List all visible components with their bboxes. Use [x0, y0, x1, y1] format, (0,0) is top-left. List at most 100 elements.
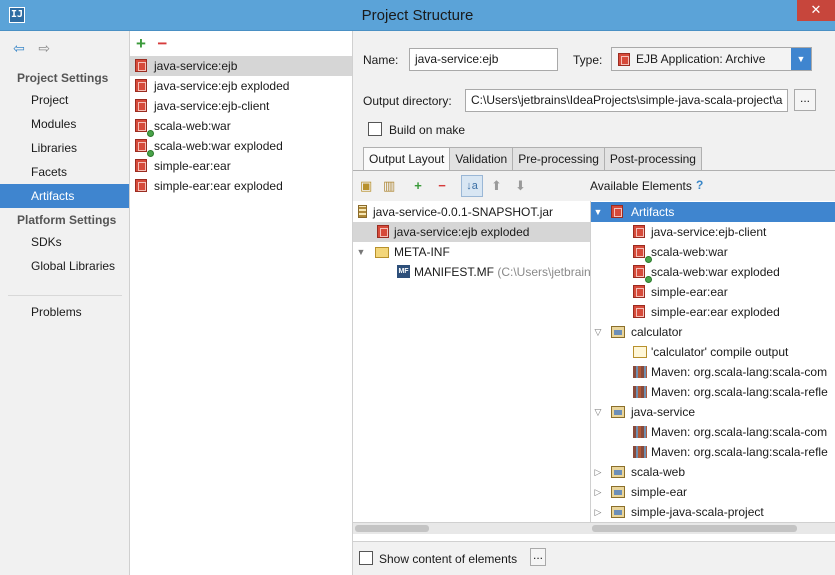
- folder-icon: [375, 247, 389, 258]
- type-select-value: EJB Application: Archive: [636, 52, 766, 66]
- expand-triangle-icon[interactable]: ▼: [356, 242, 366, 262]
- tab-post-processing[interactable]: Post-processing: [603, 147, 702, 170]
- tree-row[interactable]: ▽ java-service: [591, 402, 835, 422]
- manifest-icon: MF: [397, 265, 410, 278]
- tab-output-layout[interactable]: Output Layout: [363, 147, 451, 171]
- artifact-label: simple-ear:ear exploded: [154, 179, 283, 193]
- move-up-icon[interactable]: ⬆: [491, 178, 502, 194]
- tree-row-label: calculator: [631, 325, 683, 339]
- nav-item-facets[interactable]: Facets: [0, 160, 129, 184]
- ejb-jar-icon: [135, 79, 147, 92]
- tree-row[interactable]: simple-ear:ear: [591, 282, 835, 302]
- nav-divider: [8, 295, 122, 296]
- tree-row[interactable]: Maven: org.scala-lang:scala-com: [591, 422, 835, 442]
- scrollbar-thumb[interactable]: [355, 525, 429, 532]
- name-field[interactable]: java-service:ejb: [409, 48, 558, 71]
- output-tree-scrollbar[interactable]: [353, 522, 590, 534]
- tree-row-label: Maven: org.scala-lang:scala-com: [651, 365, 828, 379]
- browse-button[interactable]: ...: [794, 89, 816, 111]
- nav-item-artifacts[interactable]: Artifacts: [0, 184, 129, 208]
- tree-row[interactable]: Maven: org.scala-lang:scala-refle: [591, 382, 835, 402]
- tree-row[interactable]: ▽ calculator: [591, 322, 835, 342]
- more-options-button[interactable]: ...: [530, 548, 546, 566]
- add-artifact-icon[interactable]: +: [136, 35, 154, 53]
- output-layout-tree: java-service-0.0.1-SNAPSHOT.jar java-ser…: [353, 201, 590, 522]
- tree-row[interactable]: ▷ scala-web: [591, 462, 835, 482]
- available-tree-scrollbar[interactable]: [590, 522, 835, 534]
- tree-row[interactable]: simple-ear:ear exploded: [591, 302, 835, 322]
- tree-row-label: scala-web: [631, 465, 686, 479]
- tree-row[interactable]: ▼ META-INF: [353, 242, 590, 262]
- tree-row[interactable]: MF MANIFEST.MF (C:\Users\jetbrains: [353, 262, 590, 282]
- new-archive-icon[interactable]: ▥: [383, 178, 395, 194]
- artifacts-list-panel: + − java-service:ejb java-service:ejb ex…: [130, 31, 353, 575]
- nav-item-sdks[interactable]: SDKs: [0, 230, 129, 254]
- war-icon: [135, 119, 154, 137]
- tree-row[interactable]: ▷ simple-java-scala-project: [591, 502, 835, 522]
- remove-artifact-icon[interactable]: −: [157, 35, 175, 53]
- nav-item-libraries[interactable]: Libraries: [0, 136, 129, 160]
- tree-row[interactable]: scala-web:war: [591, 242, 835, 263]
- tree-row[interactable]: scala-web:war exploded: [591, 262, 835, 283]
- scrollbar-thumb[interactable]: [592, 525, 797, 532]
- close-button[interactable]: ✕: [797, 0, 835, 21]
- build-on-make-checkbox[interactable]: [368, 122, 382, 136]
- add-element-icon[interactable]: +: [409, 178, 427, 194]
- artifact-label: java-service:ejb exploded: [154, 79, 290, 93]
- nav-item-project[interactable]: Project: [0, 88, 129, 112]
- nav-item-modules[interactable]: Modules: [0, 112, 129, 136]
- show-content-checkbox[interactable]: [359, 551, 373, 565]
- war-icon: [135, 139, 154, 157]
- sort-elements-icon[interactable]: ↓a: [461, 175, 483, 197]
- back-arrow-icon[interactable]: ⇦: [13, 40, 35, 56]
- tree-row[interactable]: ▷ simple-ear: [591, 482, 835, 502]
- tree-row[interactable]: java-service:ejb exploded: [353, 222, 590, 242]
- project-settings-header: Project Settings: [17, 71, 109, 85]
- expand-triangle-icon[interactable]: ▽: [593, 402, 603, 422]
- artifact-label: simple-ear:ear: [154, 159, 231, 173]
- artifact-item[interactable]: java-service:ejb exploded: [130, 76, 352, 96]
- tree-row[interactable]: ▼ Artifacts: [591, 202, 835, 222]
- tree-row-label: Artifacts: [631, 205, 675, 219]
- build-on-make-label: Build on make: [389, 123, 466, 137]
- tree-row[interactable]: 'calculator' compile output: [591, 342, 835, 362]
- expand-triangle-icon[interactable]: ▷: [593, 502, 603, 522]
- chevron-down-icon[interactable]: ▼: [791, 48, 811, 70]
- artifact-item[interactable]: simple-ear:ear: [130, 156, 352, 176]
- artifact-item[interactable]: scala-web:war exploded: [130, 136, 352, 157]
- move-down-icon[interactable]: ⬇: [515, 178, 526, 194]
- expand-triangle-icon[interactable]: ▷: [593, 482, 603, 502]
- type-select[interactable]: EJB Application: Archive ▼: [611, 47, 812, 71]
- tree-row-label: java-service:ejb-client: [651, 225, 767, 239]
- nav-item-problems[interactable]: Problems: [0, 300, 129, 324]
- artifact-item[interactable]: scala-web:war: [130, 116, 352, 137]
- library-icon: [633, 426, 647, 438]
- expand-triangle-icon[interactable]: ▷: [593, 462, 603, 482]
- tab-pre-processing[interactable]: Pre-processing: [512, 147, 605, 170]
- library-icon: [633, 446, 647, 458]
- name-label: Name:: [363, 53, 399, 67]
- jar-file-icon: [358, 205, 367, 218]
- artifact-item[interactable]: simple-ear:ear exploded: [130, 176, 352, 196]
- output-directory-field[interactable]: C:\Users\jetbrains\IdeaProjects\simple-j…: [465, 89, 788, 112]
- help-icon[interactable]: ?: [696, 178, 703, 192]
- artifacts-toolbar: + −: [136, 35, 175, 53]
- remove-element-icon[interactable]: −: [433, 178, 451, 194]
- tree-row[interactable]: java-service:ejb-client: [591, 222, 835, 242]
- expand-triangle-icon[interactable]: ▽: [593, 322, 603, 342]
- bottom-options-bar: Show content of elements ...: [353, 541, 835, 575]
- tab-validation[interactable]: Validation: [449, 147, 514, 170]
- forward-arrow-icon[interactable]: ⇨: [38, 40, 60, 56]
- new-directory-icon[interactable]: ▣: [360, 178, 372, 194]
- ear-icon: [135, 159, 147, 172]
- expand-triangle-icon[interactable]: ▼: [593, 202, 603, 222]
- compile-output-icon: [633, 346, 647, 358]
- artifact-item[interactable]: java-service:ejb-client: [130, 96, 352, 116]
- tree-row[interactable]: Maven: org.scala-lang:scala-refle: [591, 442, 835, 462]
- war-icon: [633, 245, 652, 263]
- window-title: Project Structure: [361, 7, 474, 24]
- artifact-item[interactable]: java-service:ejb: [130, 56, 352, 76]
- tree-row[interactable]: Maven: org.scala-lang:scala-com: [591, 362, 835, 382]
- nav-item-global-libraries[interactable]: Global Libraries: [0, 254, 129, 278]
- tree-row[interactable]: java-service-0.0.1-SNAPSHOT.jar: [353, 202, 590, 222]
